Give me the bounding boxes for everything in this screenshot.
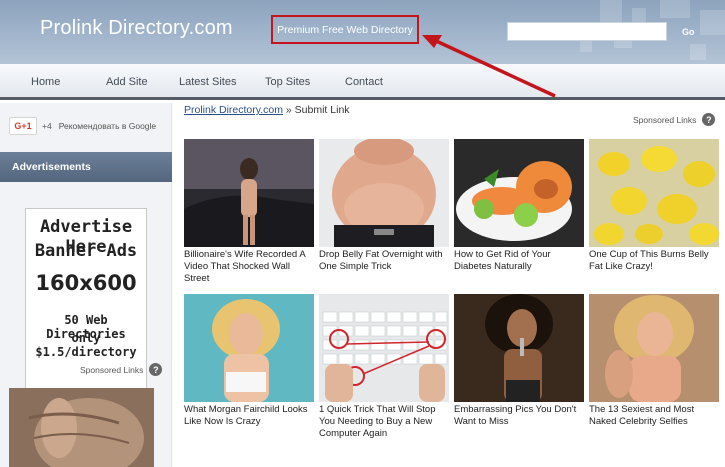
banner-line-2: Banner Ads [34, 241, 138, 261]
advertisements-heading: Advertisements [0, 152, 172, 182]
search-go-button[interactable]: Go [672, 22, 712, 41]
help-icon[interactable]: ? [149, 363, 163, 376]
ad-card[interactable]: 1 Quick Trick That Will Stop You Needing… [319, 294, 449, 440]
tagline-highlight-box: Premium Free Web Directory [271, 15, 419, 44]
nav-home[interactable]: Home [31, 76, 60, 88]
gplus-count: +4 [42, 121, 52, 131]
ad-card-image[interactable] [184, 294, 314, 402]
ad-card[interactable]: Drop Belly Fat Overnight with One Simple… [319, 139, 449, 273]
breadcrumb-current: » Submit Link [283, 104, 350, 116]
banner-line-5: only $1.5/directory [35, 331, 137, 359]
gplus-button[interactable]: G+1 [9, 117, 37, 135]
site-logo-title[interactable]: Prolink Directory.com [40, 17, 233, 40]
gplus-label: Рекомендовать в Google [58, 121, 157, 131]
help-icon[interactable]: ? [702, 113, 716, 126]
search-input[interactable] [507, 22, 667, 41]
main-sponsored-links: Sponsored Links ? [633, 113, 716, 126]
nav-add-site[interactable]: Add Site [106, 76, 148, 88]
ad-card-image[interactable] [319, 294, 449, 402]
ad-card-caption[interactable]: How to Get Rid of Your Diabetes Naturall… [454, 249, 584, 273]
tagline: Premium Free Web Directory [277, 23, 413, 36]
ad-card-image[interactable] [184, 139, 314, 247]
main-nav: Home Add Site Latest Sites Top Sites Con… [0, 64, 725, 100]
ad-card[interactable]: Embarrassing Pics You Don't Want to Miss [454, 294, 584, 428]
ad-card-caption[interactable]: 1 Quick Trick That Will Stop You Needing… [319, 404, 449, 440]
ad-card-image[interactable] [454, 139, 584, 247]
ad-card-caption[interactable]: One Cup of This Burns Belly Fat Like Cra… [589, 249, 719, 273]
ad-card-image[interactable] [589, 139, 719, 247]
nav-contact[interactable]: Contact [345, 76, 383, 88]
main-sponsored-label: Sponsored Links [633, 114, 697, 125]
nav-top-sites[interactable]: Top Sites [265, 76, 310, 88]
ad-card-caption[interactable]: Billionaire's Wife Recorded A Video That… [184, 249, 314, 285]
ad-card-caption[interactable]: What Morgan Fairchild Looks Like Now Is … [184, 404, 314, 428]
sidebar: G+1 +4 Рекомендовать в Google Advertisem… [0, 103, 172, 467]
ad-card-image[interactable] [589, 294, 719, 402]
gplus-widget: G+1 +4 Рекомендовать в Google [9, 117, 156, 135]
sidebar-ad-image[interactable] [9, 388, 154, 467]
nav-latest-sites[interactable]: Latest Sites [179, 76, 236, 88]
ad-card[interactable]: What Morgan Fairchild Looks Like Now Is … [184, 294, 314, 428]
breadcrumb-home-link[interactable]: Prolink Directory.com [184, 104, 283, 116]
ad-card[interactable]: Billionaire's Wife Recorded A Video That… [184, 139, 314, 285]
banner-line-3: 160x600 [35, 271, 137, 295]
sidebar-sponsored-links: Sponsored Links ? [80, 363, 163, 376]
ad-card[interactable]: One Cup of This Burns Belly Fat Like Cra… [589, 139, 719, 273]
breadcrumb: Prolink Directory.com » Submit Link [184, 104, 350, 116]
ad-card-image[interactable] [319, 139, 449, 247]
ad-card-caption[interactable]: The 13 Sexiest and Most Naked Celebrity … [589, 404, 719, 428]
ad-card-caption[interactable]: Drop Belly Fat Overnight with One Simple… [319, 249, 449, 273]
page: Prolink Directory.com Premium Free Web D… [0, 0, 725, 467]
sidebar-sponsored-label: Sponsored Links [80, 364, 144, 375]
ad-card-caption[interactable]: Embarrassing Pics You Don't Want to Miss [454, 404, 584, 428]
ad-card[interactable]: How to Get Rid of Your Diabetes Naturall… [454, 139, 584, 273]
ad-card-image[interactable] [454, 294, 584, 402]
site-header: Prolink Directory.com Premium Free Web D… [0, 0, 725, 64]
ad-card[interactable]: The 13 Sexiest and Most Naked Celebrity … [589, 294, 719, 428]
